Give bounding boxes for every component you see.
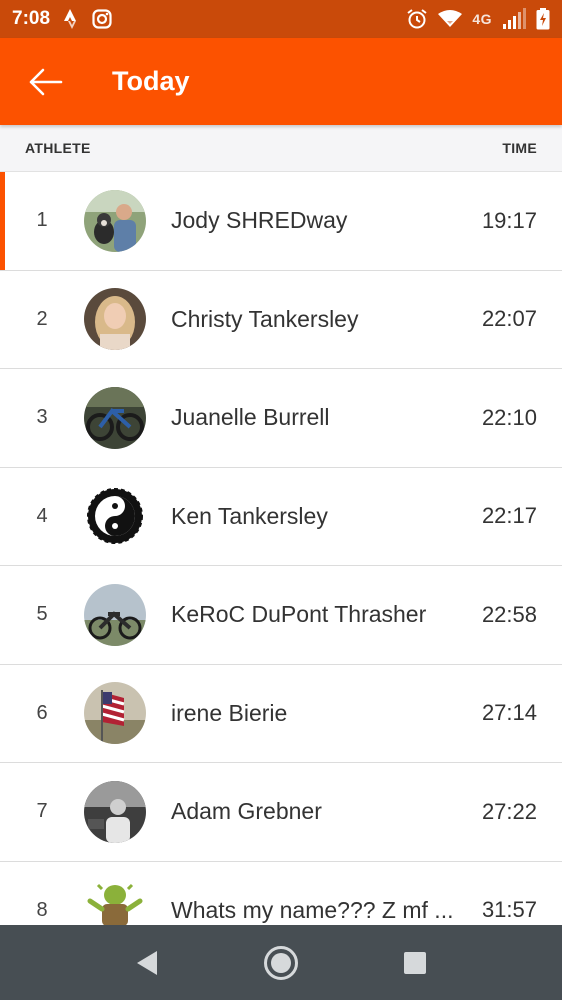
leaderboard-row[interactable]: 2 Christy Tankersley 22:07 (0, 270, 562, 369)
avatar (84, 879, 146, 925)
rank: 1 (36, 209, 48, 232)
home-nav-icon[interactable] (251, 933, 311, 993)
leaderboard-list[interactable]: 1 Jody SHREDway 19:17 2 Christy Tankersl… (0, 172, 562, 925)
avatar (84, 386, 146, 449)
athlete-time: 22:58 (481, 601, 537, 627)
athlete-name: Jody SHREDway (171, 207, 348, 234)
rank: 7 (36, 800, 48, 823)
status-bar: 7:08 4G (0, 0, 562, 38)
rank: 6 (36, 701, 48, 724)
athlete-name: KeRoC DuPont Thrasher (171, 601, 427, 628)
arrow-left-icon (29, 68, 63, 95)
avatar (84, 189, 146, 252)
column-header: ATHLETE TIME (0, 125, 562, 172)
battery-icon (536, 8, 550, 30)
time-column-label: TIME (502, 140, 537, 156)
athlete-time: 22:10 (481, 404, 537, 430)
recents-nav-icon[interactable] (385, 933, 445, 993)
athlete-name: Juanelle Burrell (171, 404, 330, 431)
avatar (84, 288, 146, 351)
signal-icon (502, 8, 526, 30)
athlete-name: Christy Tankersley (171, 305, 359, 332)
athlete-time: 19:17 (481, 207, 537, 233)
avatar (84, 485, 146, 548)
rank: 3 (36, 406, 48, 429)
athlete-time: 31:57 (481, 897, 537, 923)
back-button[interactable] (0, 38, 90, 125)
rank: 2 (36, 307, 48, 330)
leaderboard-row[interactable]: 6 irene Bierie 27:14 (0, 664, 562, 763)
leaderboard-row[interactable]: 3 Juanelle Burrell 22:10 (0, 369, 562, 468)
leaderboard-row[interactable]: 7 Adam Grebner 27:22 (0, 763, 562, 862)
athlete-time: 22:07 (481, 306, 537, 332)
avatar (84, 583, 146, 646)
leaderboard-row[interactable]: 1 Jody SHREDway 19:17 (0, 172, 562, 271)
athlete-time: 27:14 (481, 700, 537, 726)
nav-bar (0, 925, 562, 1000)
rank: 4 (36, 504, 48, 527)
wifi-icon (438, 10, 463, 28)
athlete-time: 27:22 (481, 798, 537, 824)
athlete-name: Whats my name??? Z mf ... (171, 896, 454, 923)
athlete-column-label: ATHLETE (25, 140, 91, 156)
leaderboard-row[interactable]: 4 Ken Tankersley 22:17 (0, 467, 562, 566)
athlete-name: irene Bierie (171, 699, 288, 726)
rank: 8 (36, 898, 48, 921)
leaderboard-row[interactable]: 8 Whats my name??? Z mf ... 31:57 (0, 861, 562, 925)
avatar (84, 780, 146, 843)
athlete-name: Ken Tankersley (171, 502, 328, 529)
athlete-time: 22:17 (481, 503, 537, 529)
strava-icon (64, 9, 80, 29)
app-header: Today (0, 38, 562, 125)
athlete-name: Adam Grebner (171, 798, 322, 825)
instagram-icon (92, 9, 112, 29)
back-nav-icon[interactable] (117, 933, 177, 993)
network-label: 4G (472, 11, 492, 27)
alarm-icon (406, 8, 428, 30)
page-title: Today (112, 66, 190, 96)
rank: 5 (36, 603, 48, 626)
status-time: 7:08 (12, 8, 51, 29)
leaderboard-row[interactable]: 5 KeRoC DuPont Thrasher 22:58 (0, 566, 562, 665)
avatar (84, 682, 146, 745)
